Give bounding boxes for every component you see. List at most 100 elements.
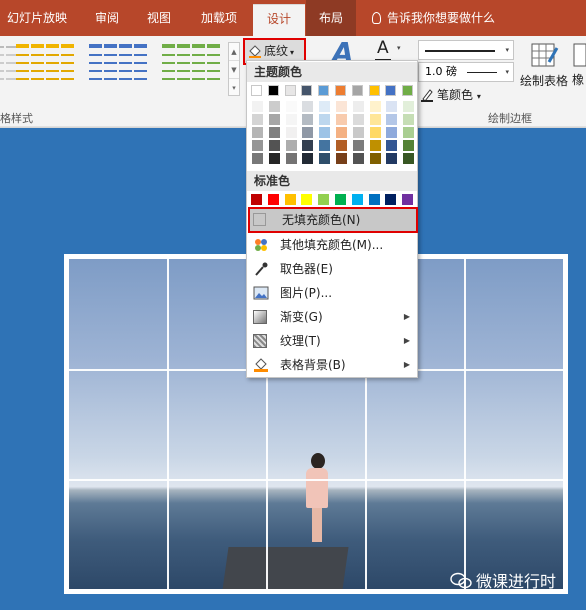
tab-review[interactable]: 审阅 (82, 0, 132, 36)
theme-color-swatch[interactable] (284, 85, 296, 96)
theme-color-shade-swatch[interactable] (319, 101, 331, 112)
theme-color-shade-swatch[interactable] (386, 153, 398, 164)
theme-color-shade-swatch[interactable] (268, 153, 280, 164)
standard-color-swatch[interactable] (318, 194, 330, 205)
theme-color-shade-swatch[interactable] (252, 127, 263, 138)
theme-color-shade-swatch[interactable] (369, 140, 381, 151)
theme-color-shade-swatch[interactable] (386, 140, 398, 151)
standard-color-swatch[interactable] (335, 194, 346, 205)
standard-color-swatch[interactable] (402, 194, 414, 205)
theme-color-shade-swatch[interactable] (352, 101, 364, 112)
table-style-green[interactable] (162, 44, 220, 86)
theme-color-shade-swatch[interactable] (302, 140, 314, 151)
theme-color-shade-swatch[interactable] (403, 153, 415, 164)
gallery-scrollbar[interactable]: ▲ ▼ ▾ (228, 42, 240, 96)
theme-color-shade-swatch[interactable] (403, 127, 415, 138)
theme-color-shade-swatch[interactable] (403, 140, 415, 151)
theme-color-shade-swatch[interactable] (336, 114, 347, 125)
theme-color-shade-swatch[interactable] (268, 127, 280, 138)
gallery-up-icon[interactable]: ▲ (229, 43, 239, 61)
standard-color-swatch[interactable] (301, 194, 313, 205)
theme-color-shade-swatch[interactable] (352, 114, 364, 125)
theme-color-shade-swatch[interactable] (336, 127, 347, 138)
theme-color-shade-swatch[interactable] (268, 101, 280, 112)
theme-color-shade-swatch[interactable] (336, 140, 347, 151)
text-fill-icon[interactable]: A (377, 38, 389, 58)
theme-color-swatch[interactable] (402, 85, 414, 96)
theme-color-shade-swatch[interactable] (252, 140, 263, 151)
standard-color-swatch[interactable] (351, 194, 363, 205)
tab-addins[interactable]: 加载项 (190, 0, 248, 36)
standard-color-swatch[interactable] (251, 194, 262, 205)
theme-color-shade-swatch[interactable] (369, 153, 381, 164)
pen-color-button[interactable]: 笔颜色 ▾ (420, 86, 481, 103)
theme-color-shade-swatch[interactable] (285, 127, 297, 138)
draw-borders-group-label: 绘制边框 (488, 112, 532, 125)
theme-color-shade-swatch[interactable] (319, 140, 331, 151)
tell-me-search[interactable]: 告诉我你想要做什么 (372, 0, 495, 36)
theme-color-swatch[interactable] (301, 85, 313, 96)
theme-color-shade-swatch[interactable] (302, 101, 314, 112)
theme-color-shade-swatch[interactable] (268, 114, 280, 125)
theme-color-shade-swatch[interactable] (352, 127, 364, 138)
theme-color-shade-swatch[interactable] (369, 127, 381, 138)
pen-style-select[interactable]: ▾ (418, 40, 514, 60)
theme-color-swatch[interactable] (351, 85, 363, 96)
standard-colors-header: 标准色 (247, 171, 417, 191)
eyedropper-item[interactable]: 取色器(E) (248, 257, 418, 281)
theme-color-swatch[interactable] (267, 85, 279, 96)
theme-color-shade-swatch[interactable] (252, 101, 263, 112)
theme-color-shade-swatch[interactable] (386, 101, 398, 112)
theme-color-shade-swatch[interactable] (285, 153, 297, 164)
theme-color-shade-swatch[interactable] (319, 153, 331, 164)
gradient-item[interactable]: 渐变(G) ▶ (248, 305, 418, 329)
eraser-button[interactable]: 橡 (572, 40, 586, 90)
tab-design[interactable]: 设计 (253, 4, 305, 36)
theme-color-shade-swatch[interactable] (285, 114, 297, 125)
theme-color-shade-swatch[interactable] (403, 114, 415, 125)
no-fill-item[interactable]: 无填充颜色(N) (248, 207, 418, 233)
gallery-down-icon[interactable]: ▼ (229, 61, 239, 79)
draw-table-button[interactable]: 绘制表格 (518, 40, 570, 89)
theme-color-shade-swatch[interactable] (336, 101, 347, 112)
tab-view[interactable]: 视图 (134, 0, 184, 36)
theme-color-shade-swatch[interactable] (369, 114, 381, 125)
standard-color-swatch[interactable] (267, 194, 279, 205)
picture-fill-item[interactable]: 图片(P)... (248, 281, 418, 305)
theme-color-shade-swatch[interactable] (336, 153, 347, 164)
more-fill-colors-item[interactable]: 其他填充颜色(M)... (248, 233, 418, 257)
theme-color-shade-swatch[interactable] (268, 140, 280, 151)
tab-slideshow[interactable]: 幻灯片放映 (0, 0, 74, 36)
theme-color-shade-swatch[interactable] (302, 153, 314, 164)
theme-color-shade-swatch[interactable] (252, 114, 263, 125)
table-background-item[interactable]: 表格背景(B) ▶ (248, 353, 418, 377)
theme-color-shade-swatch[interactable] (386, 127, 398, 138)
pen-weight-select[interactable]: 1.0 磅 ▾ (418, 62, 514, 82)
table-style-blue[interactable] (89, 44, 147, 86)
theme-color-swatch[interactable] (335, 85, 346, 96)
texture-item[interactable]: 纹理(T) ▶ (248, 329, 418, 353)
theme-color-swatch[interactable] (318, 85, 330, 96)
theme-color-shade-swatch[interactable] (319, 127, 331, 138)
standard-color-swatch[interactable] (368, 194, 380, 205)
theme-color-shade-swatch[interactable] (386, 114, 398, 125)
standard-color-swatch[interactable] (385, 194, 397, 205)
theme-color-swatch[interactable] (251, 85, 262, 96)
table-style-orange[interactable] (16, 44, 74, 86)
theme-color-swatch[interactable] (368, 85, 380, 96)
theme-color-shade-swatch[interactable] (285, 101, 297, 112)
theme-color-shade-swatch[interactable] (369, 101, 381, 112)
theme-color-shade-swatch[interactable] (302, 114, 314, 125)
theme-color-swatch[interactable] (385, 85, 397, 96)
theme-color-shade-swatch[interactable] (403, 101, 415, 112)
chevron-down-icon[interactable]: ▾ (397, 44, 401, 52)
standard-color-swatch[interactable] (284, 194, 296, 205)
theme-color-shade-swatch[interactable] (302, 127, 314, 138)
theme-color-shade-swatch[interactable] (252, 153, 263, 164)
theme-color-shade-swatch[interactable] (352, 153, 364, 164)
theme-color-shade-swatch[interactable] (352, 140, 364, 151)
theme-color-shade-swatch[interactable] (285, 140, 297, 151)
tab-layout[interactable]: 布局 (306, 0, 356, 36)
gallery-more-icon[interactable]: ▾ (229, 79, 239, 97)
theme-color-shade-swatch[interactable] (319, 114, 331, 125)
